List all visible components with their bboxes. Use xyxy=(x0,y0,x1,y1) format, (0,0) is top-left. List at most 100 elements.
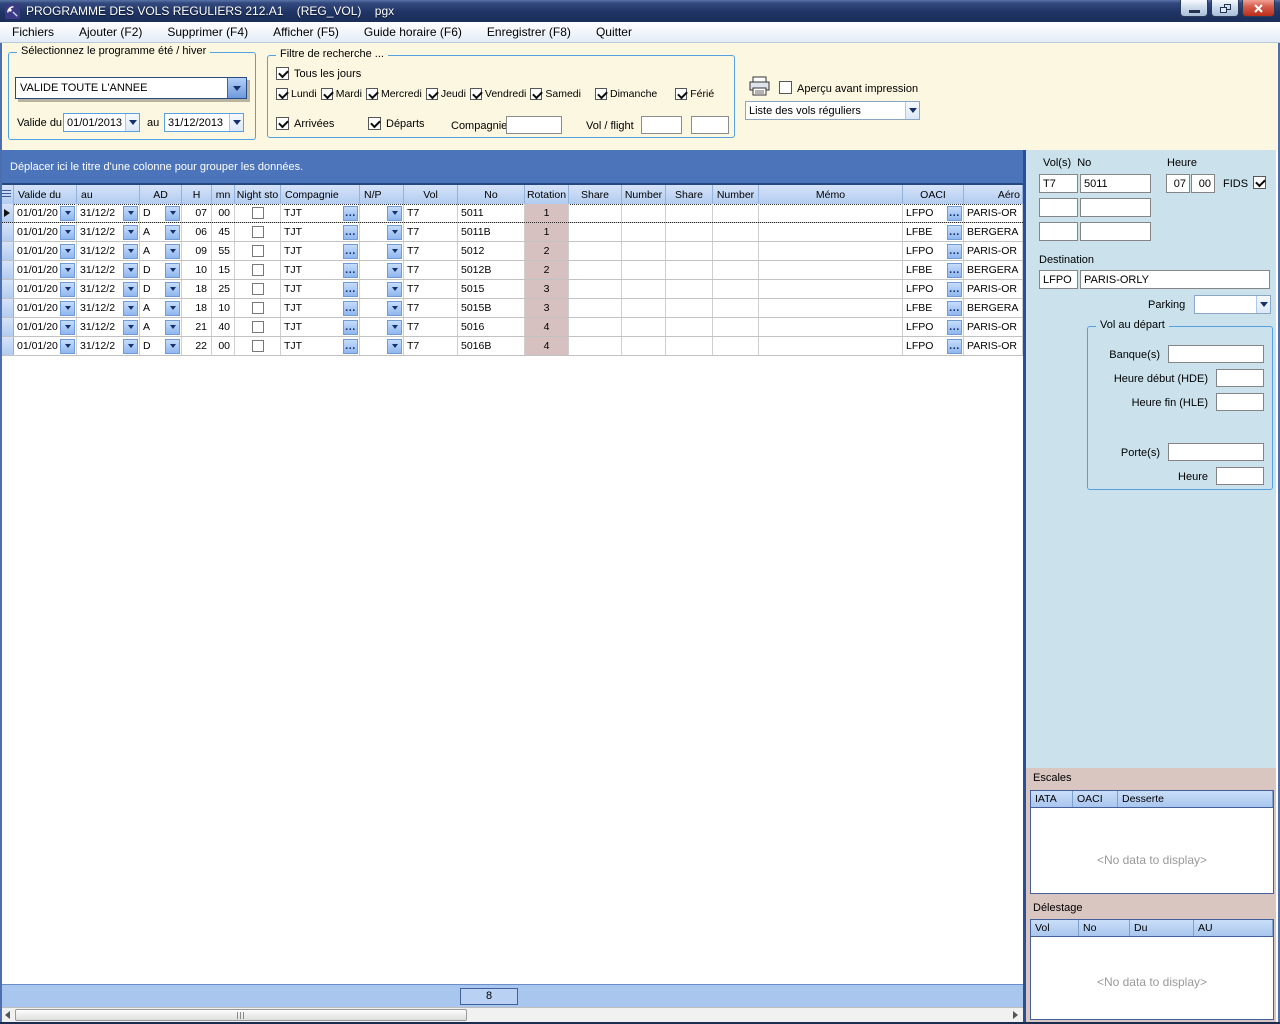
cell-memo[interactable] xyxy=(759,280,903,298)
cell-memo[interactable] xyxy=(759,242,903,260)
cell-number2[interactable] xyxy=(713,337,759,355)
cell-oaci[interactable]: LFPO... xyxy=(903,204,964,222)
column-header-night_stop[interactable]: Night sto xyxy=(235,185,281,204)
cell-ad[interactable]: A xyxy=(140,299,182,317)
dropdown-button[interactable] xyxy=(387,339,402,354)
cell-memo[interactable] xyxy=(759,299,903,317)
cell-au[interactable]: 31/12/2 xyxy=(77,280,140,298)
cell-mn[interactable]: 55 xyxy=(212,242,235,260)
ellipsis-button[interactable]: ... xyxy=(947,301,962,316)
day-checkbox-lundi[interactable] xyxy=(276,88,288,100)
dropdown-button[interactable] xyxy=(165,301,180,316)
cell-valide_du[interactable]: 01/01/20 xyxy=(14,280,77,298)
flight-row[interactable]: 01/01/2031/12/2A2140TJT...T750164LFPO...… xyxy=(0,318,1023,337)
night-stop-checkbox[interactable] xyxy=(252,207,264,219)
day-checkbox-mardi[interactable] xyxy=(321,88,333,100)
row-selector[interactable] xyxy=(0,337,14,355)
cell-compagnie[interactable]: TJT... xyxy=(281,204,360,222)
column-header-au[interactable]: au xyxy=(77,185,140,204)
cell-number1[interactable] xyxy=(622,337,666,355)
cell-share1[interactable] xyxy=(569,318,622,336)
cell-rotation[interactable]: 3 xyxy=(525,299,569,317)
vol-number-input-1[interactable] xyxy=(1080,174,1151,193)
row-selector[interactable] xyxy=(0,204,14,222)
menu-item-ajouter-f2[interactable]: Ajouter (F2) xyxy=(75,25,146,39)
cell-np[interactable] xyxy=(360,318,404,336)
cell-memo[interactable] xyxy=(759,204,903,222)
cell-rotation[interactable]: 4 xyxy=(525,337,569,355)
cell-rotation[interactable]: 2 xyxy=(525,261,569,279)
dropdown-button[interactable] xyxy=(60,282,75,297)
cell-mn[interactable]: 00 xyxy=(212,337,235,355)
dropdown-button[interactable] xyxy=(387,206,402,221)
cell-rotation[interactable]: 1 xyxy=(525,223,569,241)
cell-no[interactable]: 5012B xyxy=(458,261,525,279)
cell-number1[interactable] xyxy=(622,242,666,260)
flight-row[interactable]: 01/01/2031/12/2D1825TJT...T750153LFPO...… xyxy=(0,280,1023,299)
cell-vol[interactable]: T7 xyxy=(404,204,458,222)
cell-oaci[interactable]: LFBE... xyxy=(903,223,964,241)
cell-compagnie[interactable]: TJT... xyxy=(281,261,360,279)
cell-h[interactable]: 22 xyxy=(182,337,212,355)
cell-no[interactable]: 5015 xyxy=(458,280,525,298)
cell-aero[interactable]: PARIS-OR xyxy=(964,204,1023,222)
row-selector[interactable] xyxy=(0,299,14,317)
cell-number1[interactable] xyxy=(622,299,666,317)
vol-code-input-2[interactable] xyxy=(1039,198,1078,217)
arrivals-checkbox[interactable] xyxy=(276,117,289,130)
column-header-oaci[interactable]: OACI xyxy=(903,185,964,204)
dropdown-button[interactable] xyxy=(165,263,180,278)
cell-mn[interactable]: 25 xyxy=(212,280,235,298)
cell-night_stop[interactable] xyxy=(235,337,281,355)
cell-rotation[interactable]: 4 xyxy=(525,318,569,336)
cell-no[interactable]: 5011 xyxy=(458,204,525,222)
cell-no[interactable]: 5016 xyxy=(458,318,525,336)
column-header-vol[interactable]: Vol xyxy=(404,185,458,204)
cell-vol[interactable]: T7 xyxy=(404,261,458,279)
cell-memo[interactable] xyxy=(759,261,903,279)
scroll-right-icon[interactable] xyxy=(1008,1008,1023,1022)
cell-share2[interactable] xyxy=(666,261,713,279)
dropdown-button[interactable] xyxy=(387,244,402,259)
print-preview-checkbox[interactable] xyxy=(779,81,792,94)
cell-rotation[interactable]: 2 xyxy=(525,242,569,260)
cell-mn[interactable]: 40 xyxy=(212,318,235,336)
close-button[interactable] xyxy=(1242,0,1275,17)
banques-input[interactable] xyxy=(1168,345,1264,363)
hle-input[interactable] xyxy=(1216,393,1264,411)
cell-au[interactable]: 31/12/2 xyxy=(77,318,140,336)
cell-aero[interactable]: BERGERA xyxy=(964,261,1023,279)
flight-filter-input-1[interactable] xyxy=(641,116,682,134)
cell-rotation[interactable]: 1 xyxy=(525,204,569,222)
cell-vol[interactable]: T7 xyxy=(404,242,458,260)
cell-number2[interactable] xyxy=(713,280,759,298)
scroll-left-icon[interactable] xyxy=(0,1008,15,1022)
day-checkbox-vendredi[interactable] xyxy=(470,88,482,100)
cell-aero[interactable]: PARIS-OR xyxy=(964,318,1023,336)
dropdown-button[interactable] xyxy=(123,225,138,240)
cell-share2[interactable] xyxy=(666,204,713,222)
column-header-number1[interactable]: Number xyxy=(622,185,666,204)
cell-au[interactable]: 31/12/2 xyxy=(77,242,140,260)
delestage-column-au[interactable]: AU xyxy=(1194,920,1273,936)
cell-number1[interactable] xyxy=(622,204,666,222)
flight-row[interactable]: 01/01/2031/12/2D0700TJT...T750111LFPO...… xyxy=(0,204,1023,223)
cell-oaci[interactable]: LFBE... xyxy=(903,261,964,279)
cell-share2[interactable] xyxy=(666,223,713,241)
column-header-number2[interactable]: Number xyxy=(713,185,759,204)
cell-np[interactable] xyxy=(360,299,404,317)
night-stop-checkbox[interactable] xyxy=(252,264,264,276)
restore-button[interactable] xyxy=(1211,0,1239,17)
cell-h[interactable]: 18 xyxy=(182,280,212,298)
vol-number-input-3[interactable] xyxy=(1080,222,1151,241)
chevron-down-icon[interactable] xyxy=(227,78,246,98)
vol-number-input-2[interactable] xyxy=(1080,198,1151,217)
cell-number2[interactable] xyxy=(713,223,759,241)
dropdown-button[interactable] xyxy=(60,206,75,221)
dropdown-button[interactable] xyxy=(123,206,138,221)
cell-share2[interactable] xyxy=(666,318,713,336)
company-filter-input[interactable] xyxy=(506,116,562,134)
cell-vol[interactable]: T7 xyxy=(404,337,458,355)
dropdown-button[interactable] xyxy=(60,225,75,240)
cell-au[interactable]: 31/12/2 xyxy=(77,299,140,317)
